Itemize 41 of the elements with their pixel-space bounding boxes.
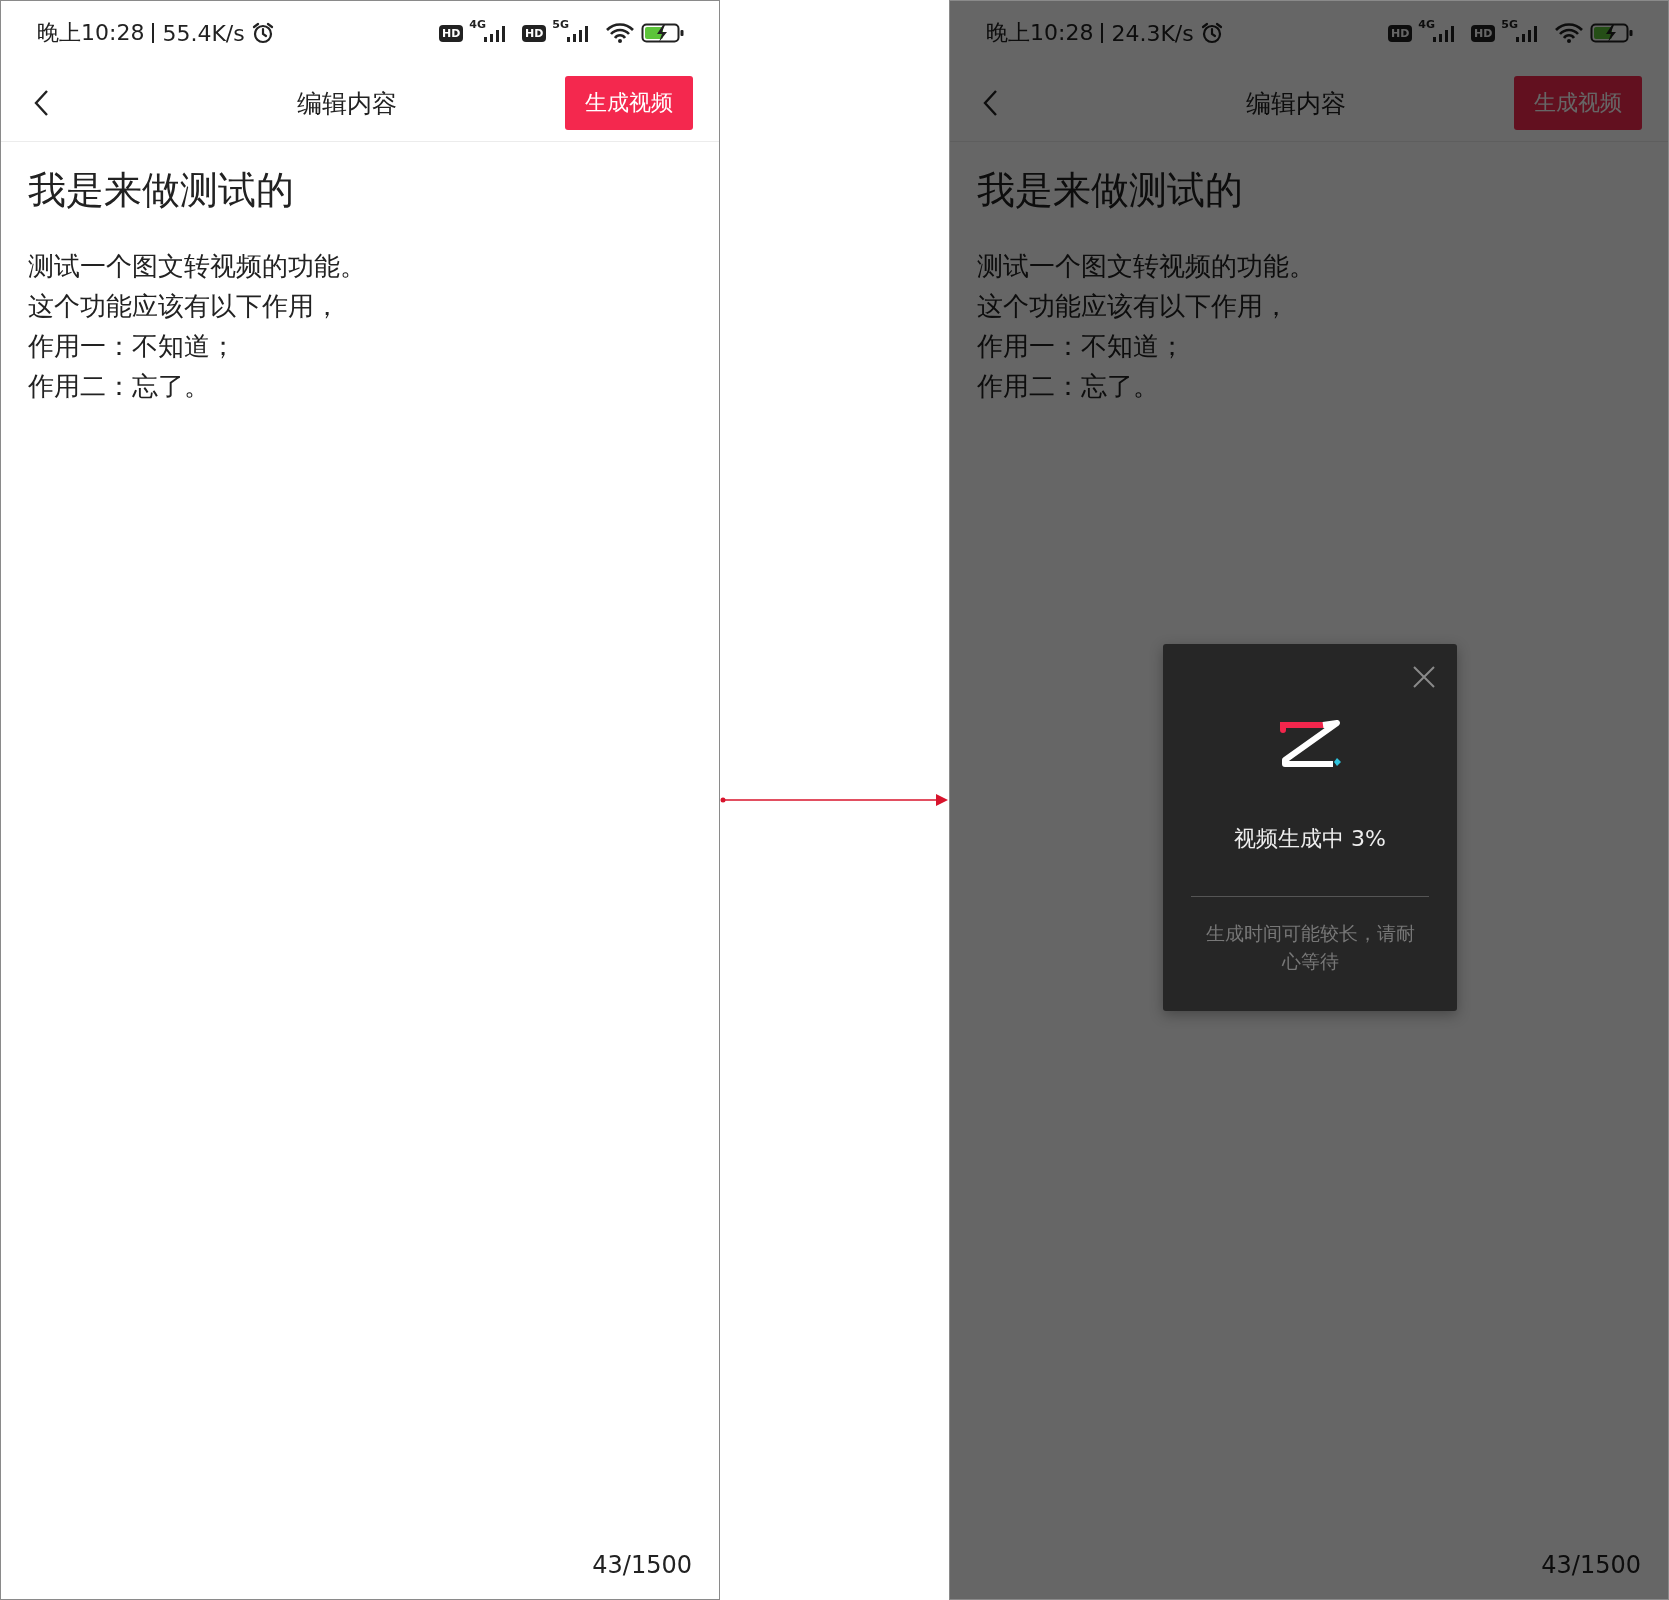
network-type: 4G: [469, 18, 486, 31]
progress-status-text: 视频生成中 3%: [1234, 825, 1386, 853]
status-time: 晚上10:28: [986, 19, 1094, 47]
hd-badge: HD: [1387, 24, 1413, 42]
generate-video-button[interactable]: 生成视频: [565, 76, 693, 130]
alarm-icon: [1199, 21, 1224, 45]
network-speed: 24.3K/s: [1111, 20, 1194, 46]
network-type: 4G: [1418, 18, 1435, 31]
content-text-line: 作用一：不知道；: [28, 330, 237, 363]
hd-badge: HD: [438, 24, 464, 42]
status-separator: [1101, 23, 1104, 43]
content-text-line: 作用一：不知道；: [977, 330, 1186, 363]
network-type: 5G: [1501, 18, 1518, 31]
page-title: 编辑内容: [296, 87, 398, 120]
content-text-line: 作用二：忘了。: [28, 370, 211, 403]
character-counter: 43/1500: [1541, 1551, 1641, 1579]
hd-badge: HD: [1470, 24, 1496, 42]
hd-badge: HD: [521, 24, 547, 42]
wifi-icon: [1554, 22, 1584, 44]
page-title: 编辑内容: [1245, 87, 1347, 120]
app-logo-icon: [1277, 720, 1343, 768]
wait-hint-text: 生成时间可能较长，请耐心等待: [1204, 921, 1416, 974]
content-title: 我是来做测试的: [977, 167, 1244, 214]
status-separator: [152, 23, 155, 43]
content-text-line: 这个功能应该有以下作用，: [28, 290, 341, 323]
content-text-line: 作用二：忘了。: [977, 370, 1160, 403]
character-counter: 43/1500: [592, 1551, 692, 1579]
content-title: 我是来做测试的: [28, 167, 295, 214]
alarm-icon: [250, 21, 275, 45]
close-icon[interactable]: [1412, 665, 1436, 689]
content-text-line: 这个功能应该有以下作用，: [977, 290, 1290, 323]
content-text-line: 测试一个图文转视频的功能。: [28, 250, 367, 283]
wifi-icon: [605, 22, 635, 44]
generate-video-button[interactable]: 生成视频: [1514, 76, 1642, 130]
network-type: 5G: [552, 18, 569, 31]
content-text-line: 测试一个图文转视频的功能。: [977, 250, 1316, 283]
status-time: 晚上10:28: [37, 19, 145, 47]
back-icon[interactable]: [33, 89, 49, 117]
battery-charging-icon: [1590, 23, 1634, 43]
network-speed: 55.4K/s: [162, 20, 245, 46]
battery-charging-icon: [641, 23, 685, 43]
